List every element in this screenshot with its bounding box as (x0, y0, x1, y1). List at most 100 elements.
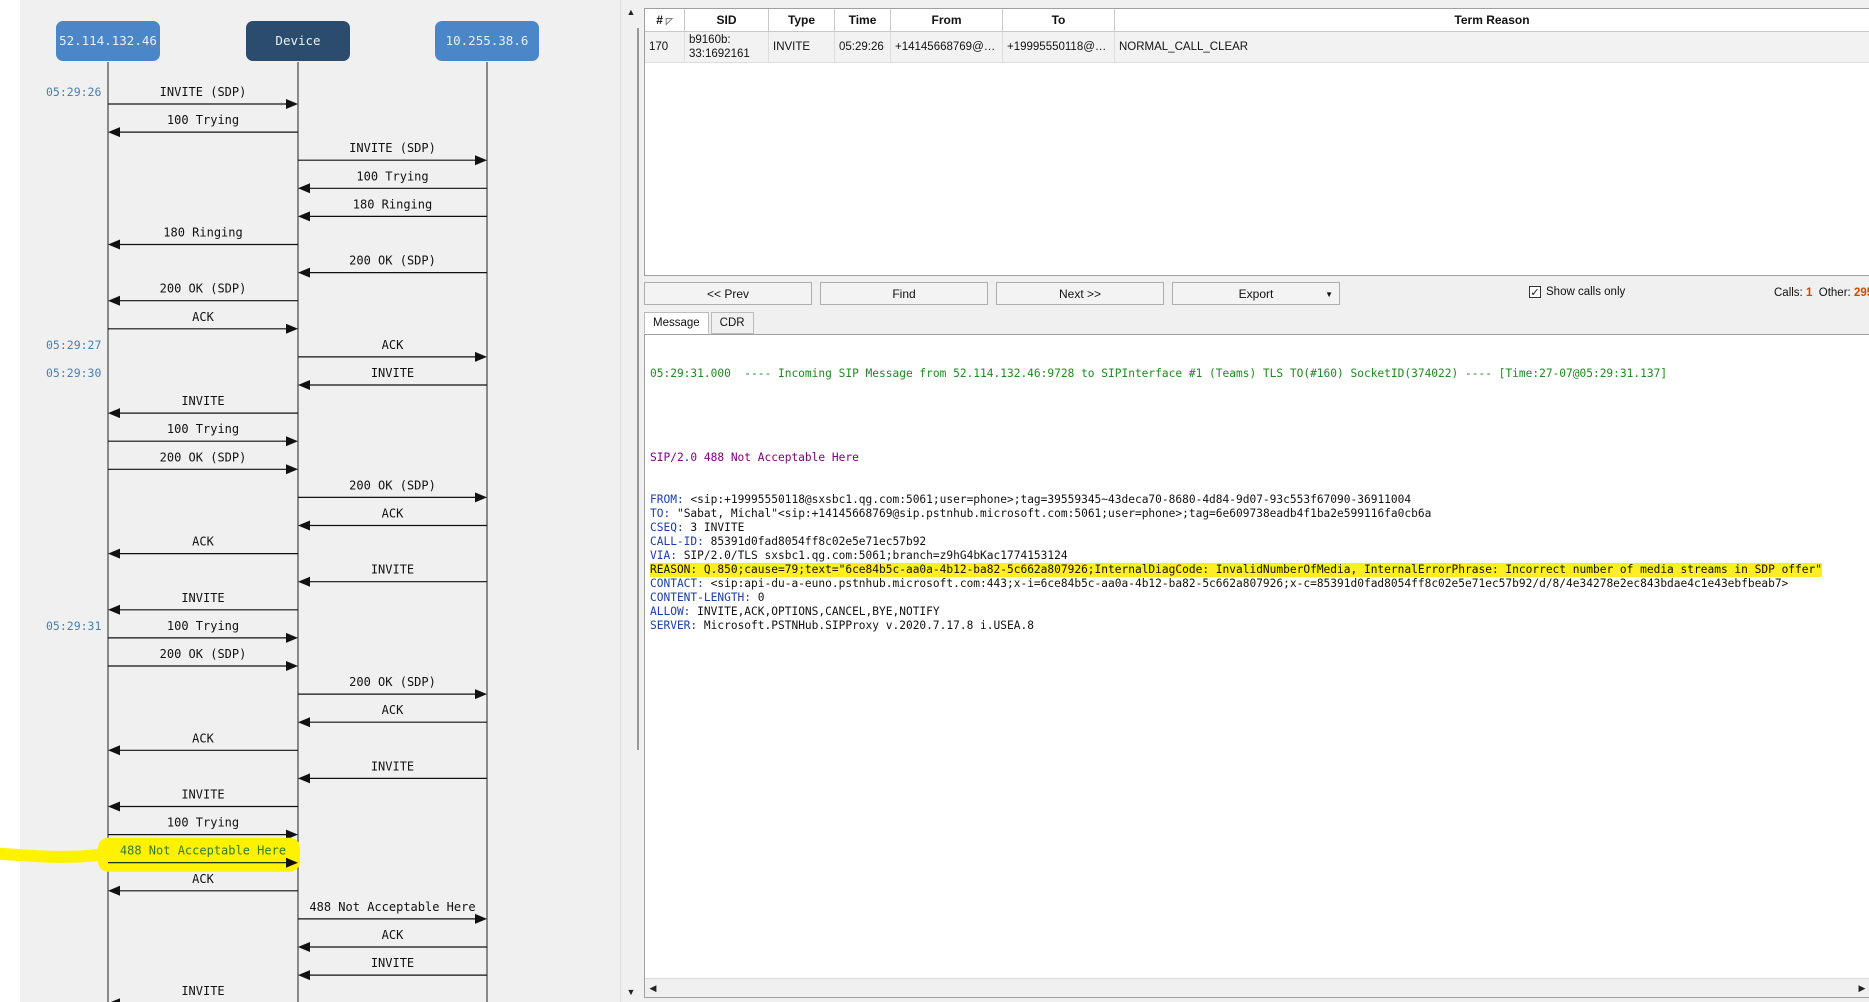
message-label: 488 Not Acceptable Here (120, 844, 286, 858)
details-panel: # ◸ SID Type Time From To Term Reason 170… (640, 0, 1869, 1002)
column-header-time[interactable]: Time (835, 9, 891, 31)
scroll-left-icon[interactable]: ◀ (645, 979, 661, 997)
message-label: ACK (192, 310, 214, 324)
show-calls-label: Show calls only (1546, 286, 1626, 298)
column-header-num[interactable]: # ◸ (645, 9, 685, 31)
call-counts: Calls: 1 Other: 295 (1774, 287, 1869, 299)
header-field-key: REASON: (650, 563, 698, 576)
scroll-up-icon[interactable]: ▲ (621, 4, 641, 20)
message-label: 100 Trying (167, 113, 239, 127)
column-header-term-reason[interactable]: Term Reason (1115, 9, 1869, 31)
participant-label: 10.255.38.6 (446, 33, 529, 48)
message-label: 200 OK (SDP) (349, 254, 436, 268)
header-field-line: CSEQ: 3 INVITE (650, 521, 1822, 535)
header-field-line: REASON: Q.850;cause=79;text="6ce84b5c-aa… (650, 563, 1822, 577)
participant-label: Device (275, 33, 320, 48)
header-field-line: CALL-ID: 85391d0fad8054ff8c02e5e71ec57b9… (650, 535, 1822, 549)
header-field-key: ALLOW: (650, 605, 691, 618)
status-line: SIP/2.0 488 Not Acceptable Here (650, 451, 859, 464)
ladder-scrollbar[interactable]: ▲ ▼ (620, 0, 641, 1002)
message-label: INVITE (371, 759, 414, 773)
cell-from: +14145668769@si... (891, 32, 1003, 62)
find-button[interactable]: Find (820, 282, 988, 305)
sip-message-text: 05:29:31.000 ---- Incoming SIP Message f… (650, 339, 1822, 661)
tab-cdr[interactable]: CDR (710, 312, 754, 334)
header-field-line: VIA: SIP/2.0/TLS sxsbc1.qg.com:5061;bran… (650, 549, 1822, 563)
message-timestamp: 05:29:26 (46, 85, 101, 99)
message-label: 200 OK (SDP) (349, 675, 436, 689)
message-label: INVITE (181, 788, 224, 802)
header-field-key: TO: (650, 507, 671, 520)
prev-button[interactable]: << Prev (644, 282, 812, 305)
message-label: ACK (382, 703, 404, 717)
checkbox-checked-icon[interactable]: ✓ (1529, 286, 1541, 299)
message-label: INVITE (371, 366, 414, 380)
header-field-line: FROM: <sip:+19995550118@sxsbc1.qg.com:50… (650, 493, 1822, 507)
header-field-key: CONTACT: (650, 577, 704, 590)
header-field-key: FROM: (650, 493, 684, 506)
column-header-to[interactable]: To (1003, 9, 1115, 31)
header-field-value: Q.850;cause=79;text="6ce84b5c-aa0a-4b12-… (697, 563, 1822, 576)
export-dropdown[interactable]: Export ▼ (1172, 282, 1340, 305)
message-label: INVITE (181, 394, 224, 408)
header-field-key: CONTENT-LENGTH: (650, 591, 752, 604)
sip-message-view[interactable]: 05:29:31.000 ---- Incoming SIP Message f… (644, 334, 1869, 998)
column-header-label: # (656, 13, 663, 27)
message-label: ACK (382, 928, 404, 942)
cell-time: 05:29:26 (835, 32, 891, 62)
column-header-type[interactable]: Type (769, 9, 835, 31)
calls-count-label: Calls: (1774, 287, 1803, 299)
header-field-key: VIA: (650, 549, 677, 562)
column-header-sid[interactable]: SID (685, 9, 769, 31)
header-field-line: CONTENT-LENGTH: 0 (650, 591, 1822, 605)
message-label: 180 Ringing (353, 197, 432, 211)
table-row[interactable]: 170 b9160b: 33:1692161 INVITE 05:29:26 +… (645, 32, 1869, 63)
header-field-value: 3 INVITE (683, 521, 745, 534)
message-label: INVITE (181, 984, 224, 998)
export-label: Export (1238, 287, 1274, 301)
header-field-key: CSEQ: (650, 521, 684, 534)
message-horizontal-scrollbar[interactable]: ◀ ▶ (645, 978, 1869, 997)
header-field-key: SERVER: (650, 619, 698, 632)
message-timestamp: 05:29:27 (46, 338, 101, 352)
message-label: 200 OK (SDP) (160, 282, 247, 296)
cell-sid: b9160b: 33:1692161 (685, 32, 769, 62)
message-label: INVITE (SDP) (160, 85, 247, 99)
participant-label: 52.114.132.46 (59, 33, 157, 48)
header-field-value: <sip:api-du-a-euno.pstnhub.microsoft.com… (703, 577, 1789, 590)
message-label: 100 Trying (356, 169, 428, 183)
message-label: INVITE (181, 591, 224, 605)
tab-message[interactable]: Message (644, 312, 709, 334)
header-field-value: 85391d0fad8054ff8c02e5e71ec57b92 (703, 535, 927, 548)
message-label: 200 OK (SDP) (160, 450, 247, 464)
show-calls-only-toggle[interactable]: ✓ Show calls only (1529, 286, 1626, 299)
message-label: ACK (382, 338, 404, 352)
detail-tabs: Message CDR (644, 312, 756, 334)
highlight-stroke (0, 847, 106, 863)
column-header-from[interactable]: From (891, 9, 1003, 31)
chevron-down-icon: ▼ (1325, 290, 1333, 299)
message-label: 100 Trying (167, 619, 239, 633)
navigation-toolbar: << Prev Find Next >> Export ▼ ✓ Show cal… (644, 282, 1869, 308)
message-label: ACK (192, 731, 214, 745)
message-label: 180 Ringing (163, 226, 242, 240)
message-label: 100 Trying (167, 816, 239, 830)
message-label: INVITE (371, 956, 414, 970)
other-count-value: 295 (1853, 287, 1869, 299)
message-timestamp: 05:29:31 (46, 619, 101, 633)
cell-term-reason: NORMAL_CALL_CLEAR (1115, 32, 1869, 62)
message-timestamp: 05:29:30 (46, 366, 101, 380)
scrollbar-thumb[interactable] (623, 28, 639, 750)
message-label: 200 OK (SDP) (160, 647, 247, 661)
calls-table: # ◸ SID Type Time From To Term Reason 170… (644, 8, 1869, 276)
call-flow-diagram: 52.114.132.46 Device 10.255.38.6 INVITE (SD… (0, 0, 620, 1002)
next-button[interactable]: Next >> (996, 282, 1164, 305)
header-field-value: <sip:+19995550118@sxsbc1.qg.com:5061;use… (683, 493, 1412, 506)
message-header: 05:29:31.000 ---- Incoming SIP Message f… (650, 367, 1668, 380)
header-field-value: Microsoft.PSTNHub.SIPProxy v.2020.7.17.8… (697, 619, 1034, 632)
message-label: 200 OK (SDP) (349, 478, 436, 492)
header-field-line: CONTACT: <sip:api-du-a-euno.pstnhub.micr… (650, 577, 1822, 591)
scroll-down-icon[interactable]: ▼ (621, 984, 641, 1000)
message-label: ACK (192, 872, 214, 886)
scroll-right-icon[interactable]: ▶ (1854, 979, 1869, 997)
